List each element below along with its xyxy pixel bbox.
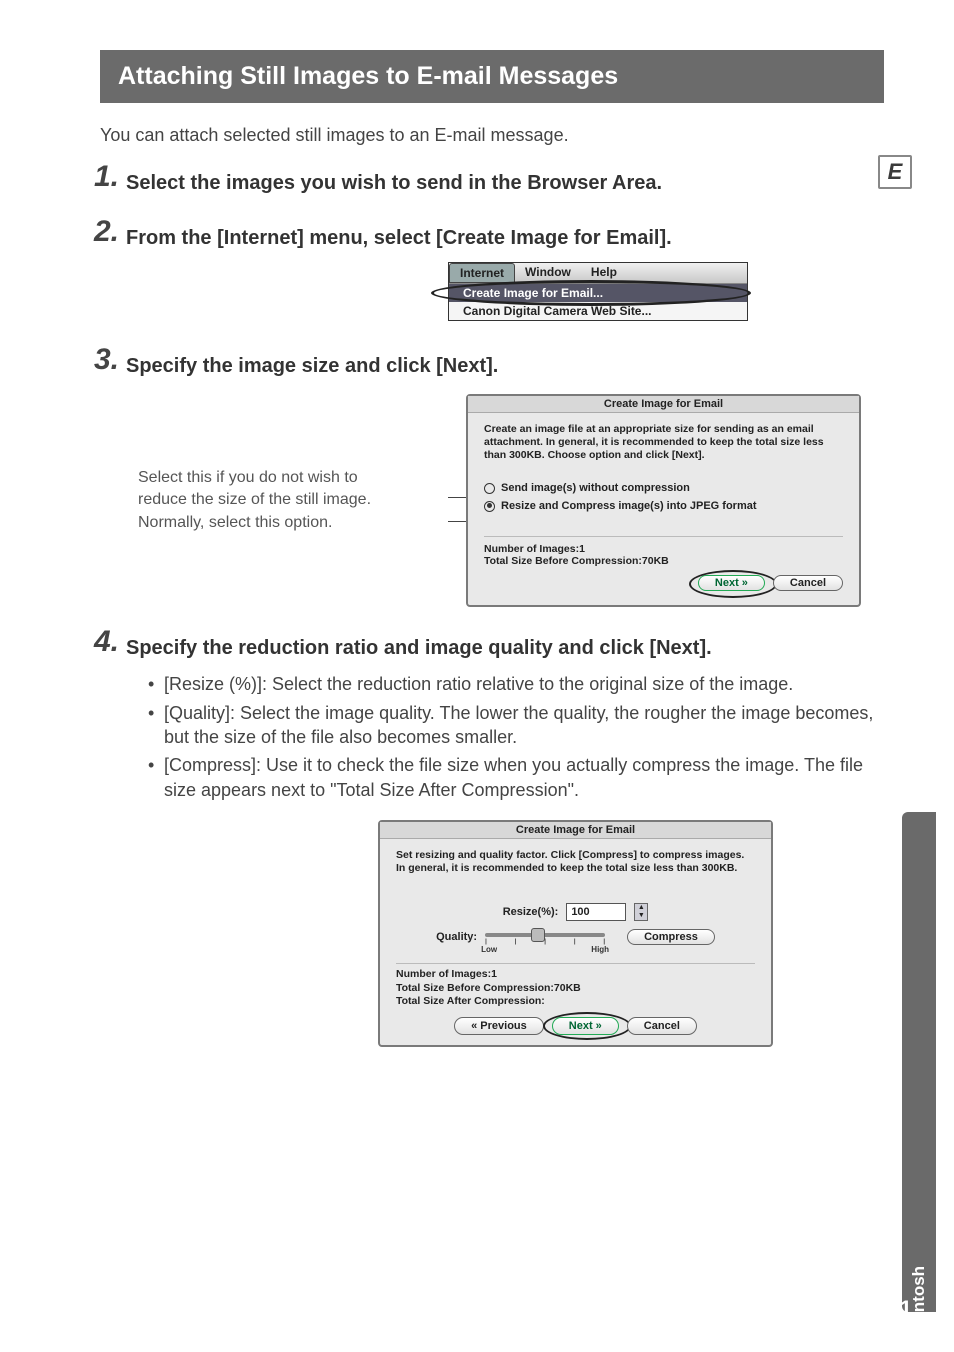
cancel-button[interactable]: Cancel [773,575,843,591]
slider-high-label: High [591,945,609,954]
cancel-button[interactable]: Cancel [627,1017,697,1035]
step-2-heading: From the [Internet] menu, select [Create… [126,223,884,252]
side-tab: Macintosh [902,812,936,1312]
option-send-without-compression[interactable]: Send image(s) without compression [484,482,843,494]
resize-input[interactable]: 100 [566,903,626,921]
menu-item-canon-site[interactable]: Canon Digital Camera Web Site... [449,302,747,320]
section-title: Attaching Still Images to E-mail Message… [100,50,884,103]
step-4-heading: Specify the reduction ratio and image qu… [126,633,884,662]
dialog-title: Create Image for Email [468,396,859,413]
menu-tab-window[interactable]: Window [515,263,581,283]
chevron-down-icon: ▼ [635,912,647,920]
quality-label: Quality: [436,931,477,943]
step-3-heading: Specify the image size and click [Next]. [126,351,884,380]
step-1-heading: Select the images you wish to send in th… [126,168,884,197]
info-size-before: Total Size Before Compression:70KB [484,555,843,567]
bullet-compress: [Compress]: Use it to check the file siz… [148,753,884,802]
step-4-number: 4. [94,625,119,659]
next-button[interactable]: Next » [698,575,765,591]
intro-text: You can attach selected still images to … [100,125,884,146]
page-number: 81 [888,1296,912,1322]
dialog-description: Set resizing and quality factor. Click [… [396,849,755,875]
slider-track-icon [485,933,605,937]
compress-button[interactable]: Compress [627,929,715,945]
radio-icon [484,483,495,494]
menu-item-create-image[interactable]: Create Image for Email... [449,284,747,302]
info-size-after: Total Size After Compression: [396,995,755,1009]
info-size-before: Total Size Before Compression:70KB [396,982,755,996]
info-number-images: Number of Images:1 [396,968,755,982]
create-image-dialog-1: Create Image for Email Create an image f… [466,394,861,607]
resize-stepper[interactable]: ▲ ▼ [634,903,648,921]
dialog-title: Create Image for Email [380,822,771,839]
previous-button[interactable]: « Previous [454,1017,544,1035]
bullet-resize: [Resize (%)]: Select the reduction ratio… [148,672,884,696]
bullet-quality: [Quality]: Select the image quality. The… [148,701,884,750]
resize-label: Resize(%): [503,906,559,918]
step-1-number: 1. [94,160,119,194]
radio-checked-icon [484,501,495,512]
step-2-number: 2. [94,215,119,249]
step-3-number: 3. [94,343,119,377]
side-tab-label: Macintosh [909,1230,929,1350]
option-label: Send image(s) without compression [501,482,690,494]
menu-tab-internet[interactable]: Internet [449,263,515,283]
chevron-up-icon: ▲ [635,904,647,912]
menu-item-label: Create Image for Email... [463,286,603,300]
info-number-images: Number of Images:1 [484,543,843,555]
menu-screenshot: Internet Window Help Create Image for Em… [448,262,748,321]
dialog-description: Create an image file at an appropriate s… [484,423,843,462]
create-image-dialog-2: Create Image for Email Set resizing and … [378,820,773,1047]
annotation-text: Select this if you do not wish to reduce… [138,467,448,534]
next-button[interactable]: Next » [552,1017,619,1035]
quality-slider[interactable]: ||||| Low High [485,927,605,947]
slider-low-label: Low [481,945,497,954]
option-label: Resize and Compress image(s) into JPEG f… [501,500,757,512]
option-resize-and-compress[interactable]: Resize and Compress image(s) into JPEG f… [484,500,843,512]
menu-tab-help[interactable]: Help [581,263,627,283]
